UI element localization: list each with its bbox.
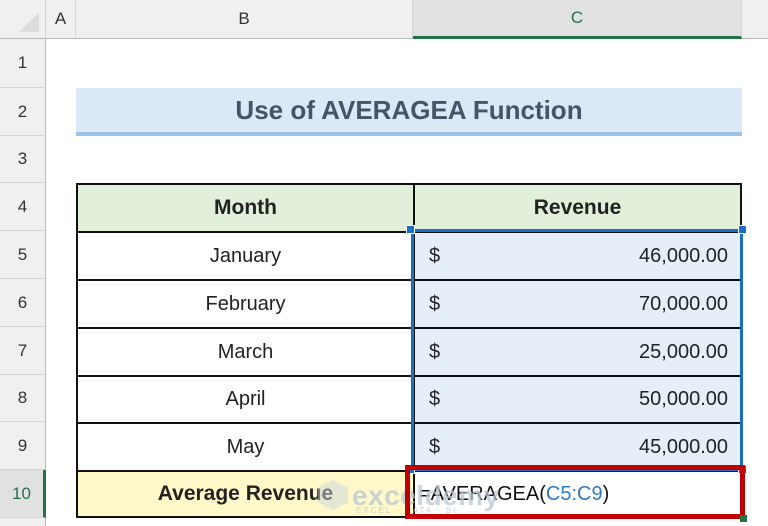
row-header-10[interactable]: 10: [0, 470, 46, 518]
fill-handle[interactable]: [740, 515, 747, 522]
column-header-d[interactable]: [742, 0, 768, 39]
select-all-triangle-icon: [19, 12, 39, 32]
row-header-9[interactable]: 9: [0, 422, 46, 470]
row-header-7[interactable]: 7: [0, 327, 46, 375]
cell-month[interactable]: February: [76, 279, 415, 329]
row-header-8[interactable]: 8: [0, 375, 46, 422]
column-header-a[interactable]: A: [46, 0, 76, 39]
sheet-title[interactable]: Use of AVERAGEA Function: [76, 88, 742, 136]
column-header-b[interactable]: B: [76, 0, 413, 39]
cell-month[interactable]: April: [76, 375, 415, 424]
select-all-corner[interactable]: [0, 0, 46, 39]
row-header-3[interactable]: 3: [0, 136, 46, 183]
row-header-5[interactable]: 5: [0, 231, 46, 279]
row-header-4[interactable]: 4: [0, 183, 46, 231]
row-header-1[interactable]: 1: [0, 39, 46, 88]
range-selection-c5-c9: [411, 229, 743, 471]
cell-month[interactable]: March: [76, 327, 415, 377]
cell-month[interactable]: May: [76, 422, 415, 472]
row-header-6[interactable]: 6: [0, 279, 46, 327]
header-month[interactable]: Month: [76, 183, 415, 233]
selection-handle-top-left[interactable]: [406, 225, 415, 234]
cell-month[interactable]: January: [76, 231, 415, 281]
row-header-11[interactable]: [0, 518, 46, 526]
row-header-2[interactable]: 2: [0, 88, 46, 136]
active-cell-highlight: [405, 465, 745, 519]
header-revenue[interactable]: Revenue: [413, 183, 742, 233]
selection-handle-top-right[interactable]: [738, 225, 747, 234]
column-header-c[interactable]: C: [413, 0, 742, 39]
